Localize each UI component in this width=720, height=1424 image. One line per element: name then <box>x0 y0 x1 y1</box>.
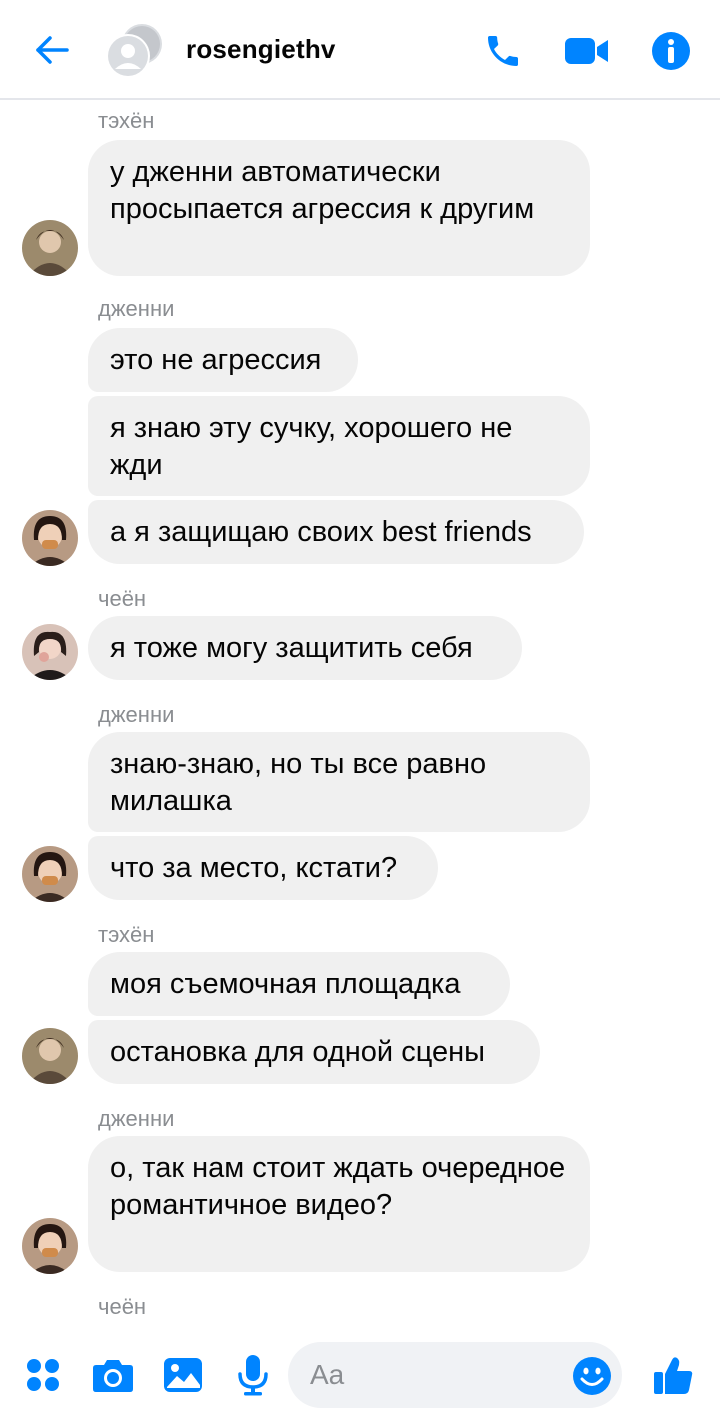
back-arrow-icon <box>36 36 69 64</box>
sender-name: тэхён <box>98 922 155 947</box>
avatar-taehyung[interactable] <box>22 1028 78 1084</box>
composer-bar <box>0 1326 720 1424</box>
sender-name: дженни <box>98 1106 175 1131</box>
avatar-chaeyoung[interactable] <box>22 624 78 680</box>
sender-name: чеён <box>98 1294 147 1319</box>
sender-name: чеён <box>98 586 147 611</box>
message-bubble[interactable]: моя съемочная площадка <box>88 952 510 1016</box>
like-button[interactable] <box>648 1350 698 1400</box>
message-bubble[interactable]: я знаю эту сучку, хорошего не жди <box>88 396 590 496</box>
avatar-jennie[interactable] <box>22 846 78 902</box>
video-call-button[interactable] <box>564 28 610 74</box>
info-button[interactable] <box>648 28 694 74</box>
back-button[interactable] <box>30 28 74 72</box>
emoji-icon <box>573 1357 611 1395</box>
video-camera-icon <box>565 38 608 64</box>
message-bubble[interactable]: это не агрессия <box>88 328 358 392</box>
gallery-button[interactable] <box>158 1350 208 1400</box>
more-actions-button[interactable] <box>18 1350 68 1400</box>
avatar-taehyung[interactable] <box>22 220 78 276</box>
phone-icon <box>488 36 518 66</box>
sender-name: дженни <box>98 296 175 321</box>
message-bubble[interactable]: что за место, кстати? <box>88 836 438 900</box>
conversation-title[interactable]: rosengiethv <box>186 34 336 65</box>
message-bubble[interactable]: остановка для одной сцены <box>88 1020 540 1084</box>
call-button[interactable] <box>480 28 526 74</box>
camera-icon <box>93 1360 133 1392</box>
camera-button[interactable] <box>88 1350 138 1400</box>
microphone-icon <box>238 1355 268 1396</box>
menu-dots-icon <box>27 1359 59 1391</box>
message-bubble[interactable]: о, так нам стоит ждать очередное романти… <box>88 1136 590 1272</box>
message-bubble[interactable]: я тоже могу защитить себя <box>88 616 522 680</box>
chat-header: rosengiethv <box>0 0 720 100</box>
group-avatar[interactable] <box>104 22 164 80</box>
info-icon <box>652 32 690 70</box>
message-bubble[interactable]: знаю-знаю, но ты все равно милашка <box>88 732 590 832</box>
voice-message-button[interactable] <box>228 1350 278 1400</box>
avatar-jennie[interactable] <box>22 1218 78 1274</box>
gallery-icon <box>164 1358 202 1392</box>
message-bubble[interactable]: а я защищаю своих best friends <box>88 500 584 564</box>
sender-name: дженни <box>98 702 175 727</box>
message-bubble[interactable]: у дженни автоматически просыпается агрес… <box>88 140 590 276</box>
emoji-button[interactable] <box>572 1356 612 1396</box>
thumbs-up-icon <box>654 1357 693 1394</box>
avatar-jennie[interactable] <box>22 510 78 566</box>
sender-name: тэхён <box>98 108 155 133</box>
